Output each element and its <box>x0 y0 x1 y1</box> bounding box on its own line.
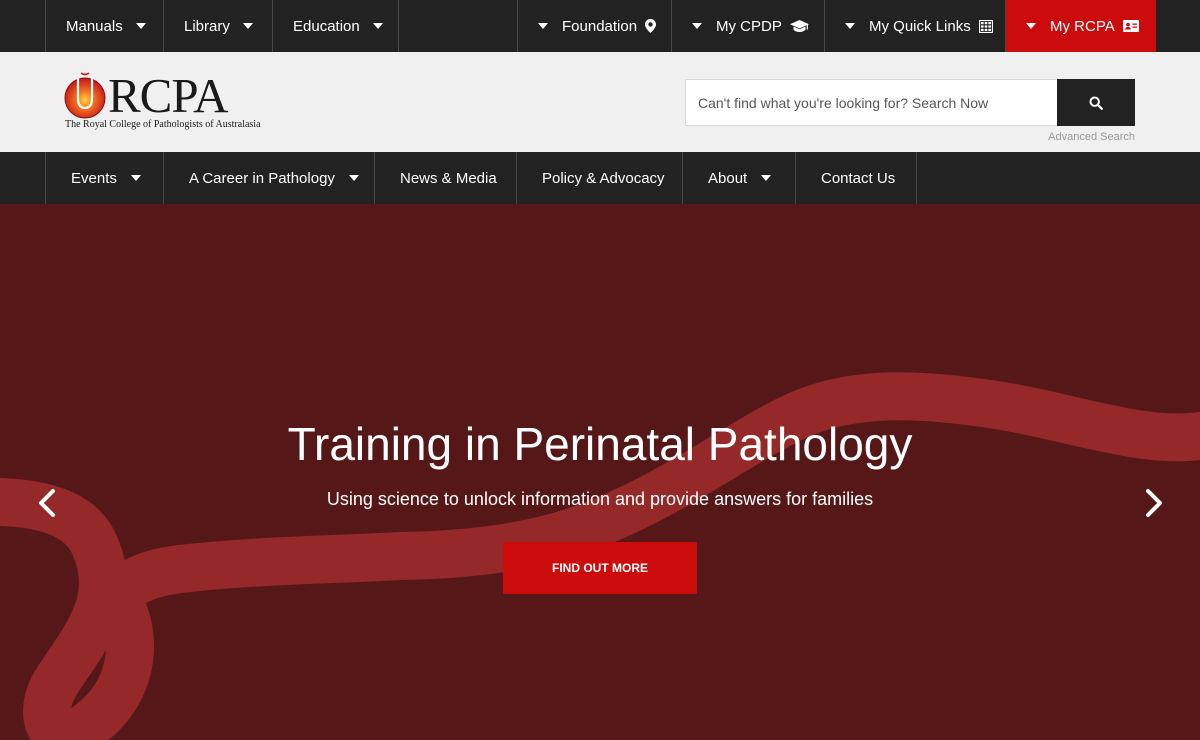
caret-down-icon <box>348 175 359 181</box>
main-navigation: Events A Career in Pathology News & Medi… <box>0 152 1200 204</box>
find-out-more-button[interactable]: FIND OUT MORE <box>503 542 697 594</box>
menu-my-rcpa[interactable]: My RCPA <box>1006 0 1156 52</box>
graduation-cap-icon <box>789 19 809 33</box>
nav-contact-us[interactable]: Contact Us <box>796 152 917 204</box>
logo-wordmark: RCPA <box>108 68 229 123</box>
caret-down-icon <box>761 175 772 181</box>
menu-education[interactable]: Education <box>273 0 399 52</box>
search-button[interactable] <box>1057 79 1135 126</box>
hero-subtitle: Using science to unlock information and … <box>326 489 874 509</box>
nav-contact-label: Contact Us <box>821 169 896 187</box>
nav-about-label: About <box>708 169 748 187</box>
nav-policy-advocacy[interactable]: Policy & Advocacy <box>517 152 683 204</box>
carousel-prev-button[interactable] <box>33 488 63 518</box>
id-card-icon <box>1122 20 1139 32</box>
carousel-next-button[interactable] <box>1138 488 1168 518</box>
menu-manuals-label: Manuals <box>66 17 123 35</box>
menu-my-cpdp-label: My CPDP <box>716 17 782 35</box>
menu-my-quick-links[interactable]: My Quick Links <box>825 0 1006 52</box>
nav-policy-label: Policy & Advocacy <box>542 169 665 187</box>
nav-career-in-pathology[interactable]: A Career in Pathology <box>164 152 375 204</box>
menu-manuals[interactable]: Manuals <box>46 0 164 52</box>
nav-career-label: A Career in Pathology <box>189 169 335 187</box>
caret-down-icon <box>242 23 253 29</box>
grid-icon <box>978 19 993 33</box>
nav-news-label: News & Media <box>400 169 497 187</box>
menu-library-label: Library <box>184 17 230 35</box>
top-utility-bar: Manuals Library Education Foundation My … <box>0 0 1200 52</box>
menu-library[interactable]: Library <box>164 0 273 52</box>
map-marker-icon <box>645 19 657 33</box>
caret-down-icon <box>1026 23 1036 29</box>
caret-down-icon <box>135 23 146 29</box>
logo-subtitle: The Royal College of Pathologists of Aus… <box>65 119 261 130</box>
menu-my-quick-links-label: My Quick Links <box>869 17 971 35</box>
caret-down-icon <box>372 23 383 29</box>
caret-down-icon <box>130 175 141 181</box>
hero-carousel: Training in Perinatal Pathology Using sc… <box>0 204 1200 740</box>
menu-education-label: Education <box>293 17 360 35</box>
menu-foundation[interactable]: Foundation <box>518 0 672 52</box>
search-icon <box>1089 96 1103 110</box>
nav-events[interactable]: Events <box>46 152 164 204</box>
hero-title: Training in Perinatal Pathology <box>287 418 913 470</box>
menu-foundation-label: Foundation <box>562 17 638 35</box>
caret-down-icon <box>845 23 855 29</box>
nav-events-label: Events <box>71 169 117 187</box>
caret-down-icon <box>538 23 548 29</box>
chevron-right-icon <box>1146 489 1162 517</box>
caret-down-icon <box>692 23 702 29</box>
main-nav-items: Events A Career in Pathology News & Medi… <box>45 152 917 204</box>
site-header: RCPA The Royal College of Pathologists o… <box>0 52 1200 152</box>
menu-my-cpdp[interactable]: My CPDP <box>672 0 825 52</box>
nav-news-media[interactable]: News & Media <box>375 152 517 204</box>
nav-about[interactable]: About <box>683 152 796 204</box>
advanced-search-link[interactable]: Advanced Search <box>1048 131 1135 143</box>
rcpa-emblem-icon <box>64 72 106 119</box>
ribbon-graphic <box>0 372 1200 740</box>
chevron-left-icon <box>39 489 55 517</box>
top-left-menu: Manuals Library Education <box>45 0 399 52</box>
search-input[interactable] <box>685 79 1058 126</box>
rcpa-logo[interactable]: RCPA The Royal College of Pathologists o… <box>64 68 274 134</box>
top-right-menu: Foundation My CPDP My Quick Links My RCP… <box>517 0 1156 52</box>
menu-my-rcpa-label: My RCPA <box>1050 17 1115 35</box>
